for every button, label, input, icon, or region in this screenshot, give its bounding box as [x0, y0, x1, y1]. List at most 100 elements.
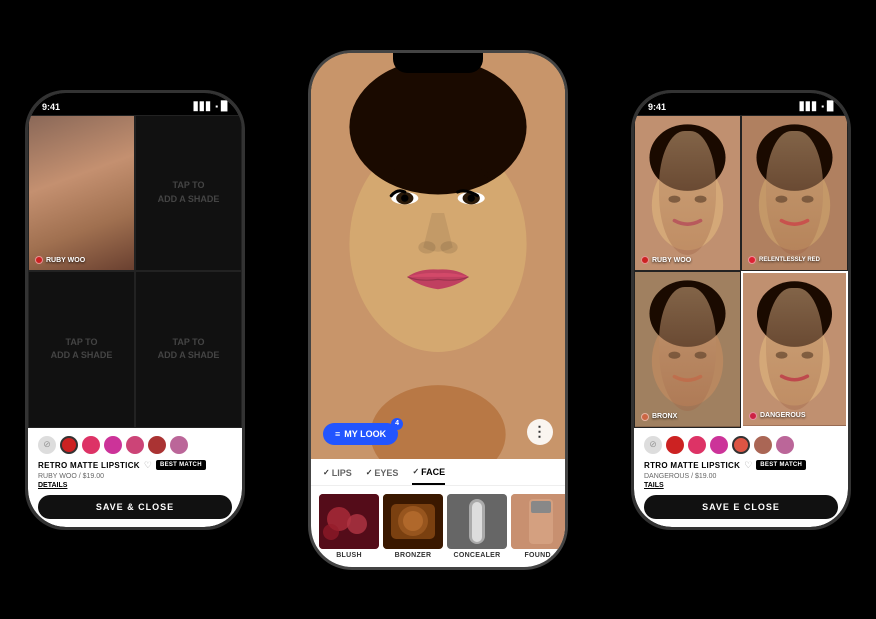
product-sub-right: DANGEROUS / $19.00	[644, 473, 838, 480]
left-grid: RUBY WOO TAP TOADD A SHADE TAP TOADD A S…	[28, 115, 242, 428]
time-left: 9:41	[42, 102, 60, 112]
category-label-bronzer: BRONZER	[395, 552, 432, 559]
concealer-svg	[447, 494, 507, 549]
mini-face-3	[635, 272, 740, 427]
best-match-badge-right: BEST MATCH	[756, 460, 806, 470]
time-right: 9:41	[648, 102, 666, 112]
swatch-r4[interactable]	[732, 436, 750, 454]
tab-eyes-label: EYES	[374, 468, 398, 478]
swatch-3[interactable]	[104, 436, 122, 454]
heart-icon-left[interactable]: ♡	[144, 460, 152, 471]
wifi-left: ▪	[215, 102, 218, 111]
category-blush[interactable]: BLUSH	[319, 494, 379, 559]
shade-dot-r1	[641, 256, 649, 264]
left-phone-screen: 9:41 ▋▋▋ ▪ ▉ RUBY WOO	[28, 93, 242, 527]
right-bottom-panel: ⊘ RTRO MATTE LIPSTICK ♡ BEST MATCH DANGE…	[634, 428, 848, 527]
swatch-r5[interactable]	[754, 436, 772, 454]
shade-dot-r3	[641, 413, 649, 421]
grid-cell-3[interactable]: TAP TOADD A SHADE	[28, 271, 135, 428]
shade-label-1: RUBY WOO	[35, 256, 85, 264]
tap-add-2: TAP TOADD A SHADE	[136, 116, 241, 271]
more-button[interactable]: ⋮	[527, 419, 553, 445]
status-icons-left: ▋▋▋ ▪ ▉	[194, 101, 228, 112]
shade-dot-1	[35, 256, 43, 264]
check-face: ✓	[412, 467, 419, 476]
swatch-2[interactable]	[82, 436, 100, 454]
save-close-button-left[interactable]: SAVE & CLOSE	[38, 495, 232, 519]
right-grid-cell-3[interactable]: BRONX	[634, 271, 741, 428]
swatch-6[interactable]	[170, 436, 188, 454]
swatch-selector-right[interactable]: ⊘	[644, 436, 662, 454]
check-lips: ✓	[323, 468, 330, 477]
swatch-5[interactable]	[148, 436, 166, 454]
shade-label-right-2: RELENTLESSLY RED	[748, 256, 820, 264]
bronzer-svg	[383, 494, 443, 549]
shade-label-right-4: DANGEROUS	[749, 412, 806, 420]
mini-face-svg-2	[742, 116, 847, 271]
signal-right: ▋▋▋	[800, 102, 818, 111]
grid-cell-4[interactable]: TAP TOADD A SHADE	[135, 271, 242, 428]
shade-dot-r4	[749, 412, 757, 420]
phone-center: ≡ MY LOOK 4 ⋮ ✓ LIPS ✓ EYES	[308, 50, 568, 570]
save-close-button-right[interactable]: SAVE E CLOSE	[644, 495, 838, 519]
foundation-svg	[511, 494, 565, 549]
my-look-button[interactable]: ≡ MY LOOK 4	[323, 423, 398, 445]
more-dots-icon: ⋮	[533, 423, 548, 440]
product-info-left: RETRO MATTE LIPSTICK ♡ BEST MATCH	[38, 460, 232, 471]
details-link-right[interactable]: TAILS	[644, 482, 838, 489]
mini-face-svg-4	[743, 273, 846, 426]
category-label-blush: BLUSH	[336, 552, 362, 559]
right-grid-cell-4[interactable]: DANGEROUS	[741, 271, 848, 428]
battery-left: ▉	[221, 101, 228, 112]
notch-center	[393, 53, 483, 73]
shade-label-right-1: RUBY WOO	[641, 256, 691, 264]
heart-icon-right[interactable]: ♡	[744, 460, 752, 471]
face-svg	[311, 53, 565, 459]
swatch-selector[interactable]: ⊘	[38, 436, 56, 454]
right-content: RUBY WOO	[634, 93, 848, 527]
center-content: ≡ MY LOOK 4 ⋮ ✓ LIPS ✓ EYES	[311, 53, 565, 567]
best-match-badge-left: BEST MATCH	[156, 460, 206, 470]
thumb-bronzer	[383, 494, 443, 549]
left-bottom-panel: ⊘ RETRO MATTE LIPSTICK ♡ BEST MATCH RUBY…	[28, 428, 242, 527]
right-grid: RUBY WOO	[634, 115, 848, 428]
status-bar-right: 9:41 ▋▋▋ ▪ ▉	[634, 97, 848, 117]
blush-svg	[319, 494, 379, 549]
face-hero-bg	[311, 53, 565, 459]
swatch-r3[interactable]	[710, 436, 728, 454]
swatch-r1[interactable]	[666, 436, 684, 454]
shade-label-right-3: BRONX	[641, 413, 677, 421]
details-link-left[interactable]: DETAILS	[38, 482, 232, 489]
tab-lips[interactable]: ✓ LIPS	[323, 467, 352, 485]
thumb-foundation	[511, 494, 565, 549]
status-icons-right: ▋▋▋ ▪ ▉	[800, 101, 834, 112]
battery-right: ▉	[827, 101, 834, 112]
thumb-concealer	[447, 494, 507, 549]
grid-cell-2[interactable]: TAP TOADD A SHADE	[135, 115, 242, 272]
swatch-1[interactable]	[60, 436, 78, 454]
grid-cell-1[interactable]: RUBY WOO	[28, 115, 135, 272]
mini-face-2	[742, 116, 847, 271]
tab-eyes[interactable]: ✓ EYES	[366, 467, 399, 485]
mini-face-svg-1	[635, 116, 740, 271]
face-hero: ≡ MY LOOK 4 ⋮	[311, 53, 565, 459]
category-foundation[interactable]: FOUND...	[511, 494, 565, 559]
category-label-concealer: CONCEALER	[453, 552, 500, 559]
menu-icon: ≡	[335, 429, 340, 439]
swatch-4[interactable]	[126, 436, 144, 454]
swatch-r2[interactable]	[688, 436, 706, 454]
right-grid-cell-2[interactable]: RELENTLESSLY RED	[741, 115, 848, 272]
phone-left: 9:41 ▋▋▋ ▪ ▉ RUBY WOO	[25, 90, 245, 530]
right-grid-cell-1[interactable]: RUBY WOO	[634, 115, 741, 272]
category-bronzer[interactable]: BRONZER	[383, 494, 443, 559]
product-sub-left: RUBY WOO / $19.00	[38, 473, 232, 480]
tap-add-4: TAP TOADD A SHADE	[136, 272, 241, 427]
swatch-r6[interactable]	[776, 436, 794, 454]
swatches-row-left: ⊘	[38, 436, 232, 454]
tab-face[interactable]: ✓ FACE	[412, 467, 445, 485]
swatches-row-right: ⊘	[644, 436, 838, 454]
left-content: RUBY WOO TAP TOADD A SHADE TAP TOADD A S…	[28, 93, 242, 527]
category-concealer[interactable]: CONCEALER	[447, 494, 507, 559]
signal-left: ▋▋▋	[194, 102, 212, 111]
thumb-blush	[319, 494, 379, 549]
